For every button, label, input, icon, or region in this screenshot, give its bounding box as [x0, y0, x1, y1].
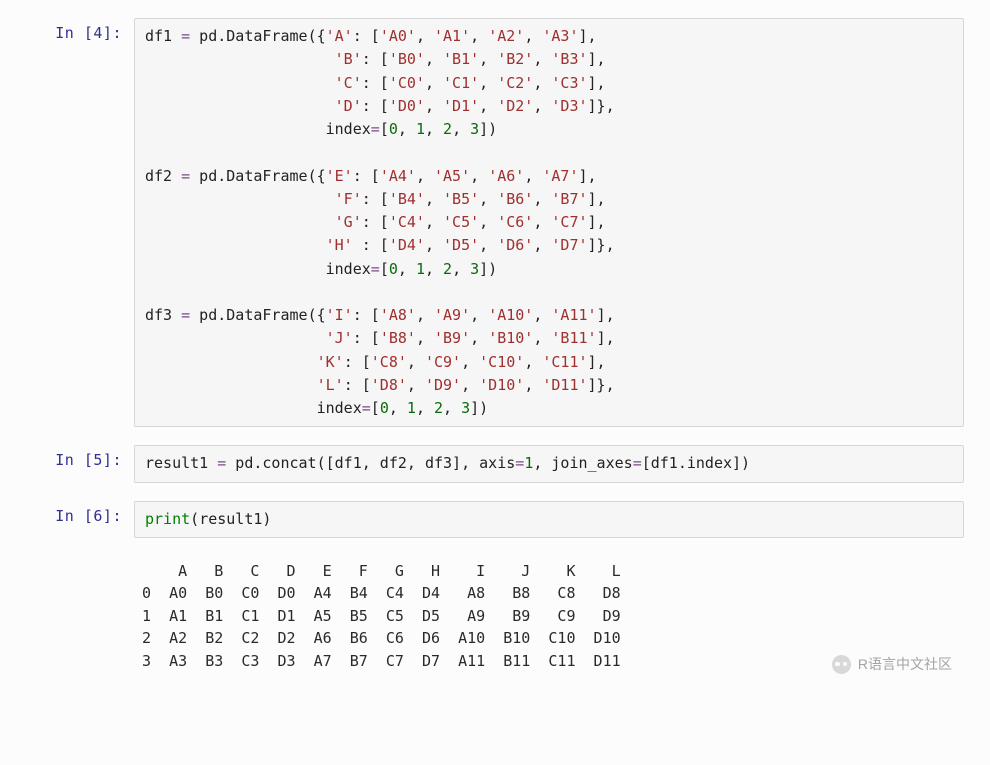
code-cell: In [4]:df1 = pd.DataFrame({'A': ['A0', '…: [26, 18, 964, 427]
notebook-view: In [4]:df1 = pd.DataFrame({'A': ['A0', '…: [26, 18, 964, 676]
cell-prompt: [26, 556, 134, 562]
watermark-text: R语言中文社区: [858, 654, 952, 674]
code-cell: In [5]:result1 = pd.concat([df1, df2, df…: [26, 445, 964, 482]
code-input-area: result1 = pd.concat([df1, df2, df3], axi…: [134, 445, 964, 482]
wechat-icon: [832, 655, 851, 674]
code-input-area: print(result1): [134, 501, 964, 538]
output-cell: A B C D E F G H I J K L 0 A0 B0 C0 D0 A4…: [26, 556, 964, 677]
watermark: R语言中文社区: [832, 654, 952, 674]
cell-prompt: In [5]:: [26, 445, 134, 469]
code-input-area: df1 = pd.DataFrame({'A': ['A0', 'A1', 'A…: [134, 18, 964, 427]
code-cell: In [6]:print(result1): [26, 501, 964, 538]
cell-prompt: In [4]:: [26, 18, 134, 42]
cell-prompt: In [6]:: [26, 501, 134, 525]
